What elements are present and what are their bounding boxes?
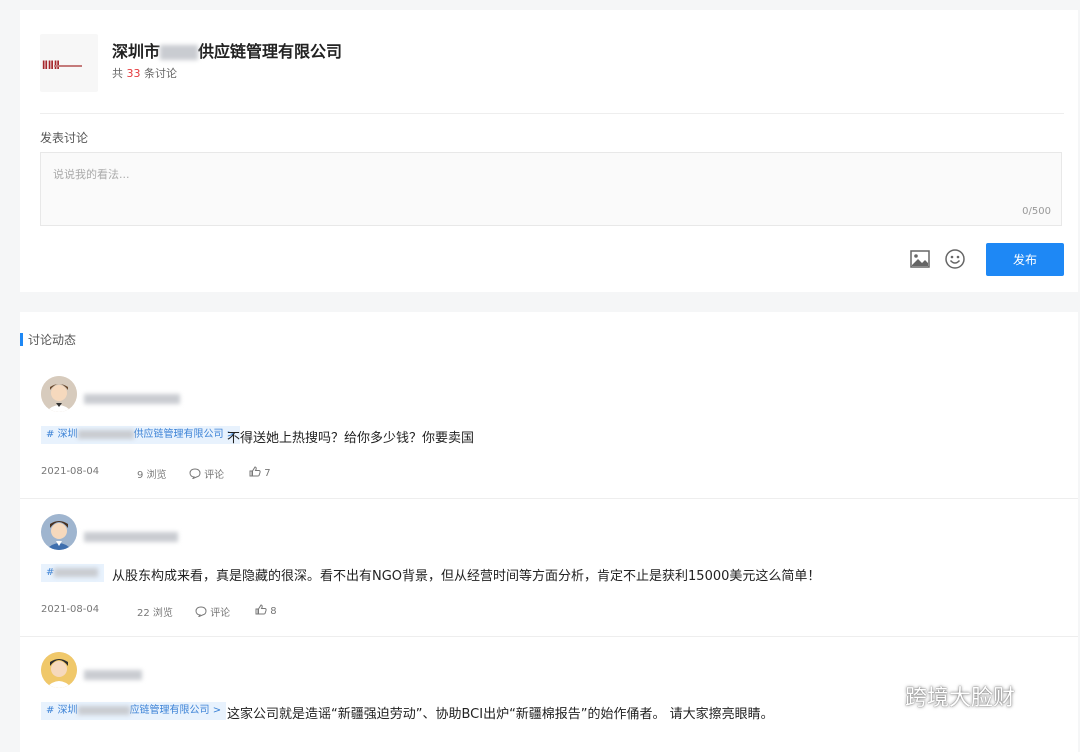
wechat-watermark: 跨境大脸财 [864, 680, 1015, 712]
publish-button[interactable]: 发布 [986, 243, 1064, 276]
avatar[interactable] [41, 652, 77, 688]
view-count: 9 浏览 [137, 470, 167, 481]
company-name-suffix: 供应链管理有限公司 [198, 42, 343, 61]
like-action[interactable]: 7 [249, 466, 271, 479]
tag-suffix: 应链管理有限公司 > [129, 705, 222, 716]
char-counter: 0/500 [1022, 206, 1051, 217]
count-suffix: 条讨论 [144, 67, 177, 80]
tag-prefix: # [46, 567, 55, 578]
company-name-prefix: 深圳市 [112, 42, 161, 61]
like-count: 8 [270, 606, 277, 617]
company-tag[interactable]: # 深圳 应链管理有限公司 > [41, 702, 227, 720]
textarea-placeholder: 说说我的看法... [53, 168, 130, 181]
discussion-post: # 深圳 供应链管理有限公司 > 不得送她上热搜吗？给你多少钱？你要卖国 2021… [20, 372, 1078, 500]
company-discussion-card: ǁǁǁ 深圳市 供应链管理有限公司 共 33 条讨论 发表讨论 说说我的看法...… [20, 10, 1078, 292]
feed-title: 讨论动态 [28, 333, 77, 347]
avatar-image [41, 376, 77, 412]
avatar[interactable] [41, 376, 77, 412]
comment-icon [189, 468, 201, 480]
discussion-textarea[interactable]: 说说我的看法... 0/500 [40, 152, 1062, 226]
username-redacted[interactable] [84, 526, 180, 542]
header-divider [40, 113, 1064, 114]
redacted-name-blur [160, 45, 199, 60]
tag-prefix: # 深圳 [46, 429, 78, 440]
comment-icon [195, 606, 207, 618]
count-prefix: 共 [112, 67, 123, 80]
avatar-image [41, 652, 77, 688]
tag-prefix: # 深圳 [46, 705, 78, 716]
redacted-username-blur [84, 669, 142, 680]
like-action[interactable]: 8 [255, 604, 277, 617]
avatar[interactable] [41, 514, 77, 550]
redacted-username-blur [84, 531, 178, 542]
count-number: 33 [126, 67, 141, 80]
company-tag[interactable]: # 深圳 供应链管理有限公司 > [41, 426, 241, 444]
discussion-count: 共 33 条讨论 [112, 65, 177, 81]
discussion-post: # 从股东构成来看，真是隐藏的很深。看不出有NGO背景，但从经营时间等方面分析，… [20, 510, 1078, 638]
comment-label: 评论 [210, 608, 231, 619]
post-divider [20, 636, 1078, 637]
redacted-tag-blur [77, 705, 130, 715]
image-icon[interactable] [910, 250, 930, 268]
username-redacted[interactable] [84, 388, 180, 404]
post-text: 不得送她上热搜吗？给你多少钱？你要卖国 [227, 431, 475, 446]
redacted-tag-blur [54, 567, 99, 577]
post-date: 2021-08-04 [41, 466, 100, 477]
post-text: 从股东构成来看，真是隐藏的很深。看不出有NGO背景，但从经营时间等方面分析，肯定… [112, 569, 821, 584]
username-redacted[interactable] [84, 664, 144, 680]
watermark-text: 跨境大脸财 [905, 686, 1016, 711]
thumbs-up-icon [255, 604, 267, 615]
composer-label: 发表讨论 [40, 131, 89, 145]
post-text: 这家公司就是造谣“新疆强迫劳动”、协助BCI出炉“新疆棉报告”的始作俑者。 请大… [227, 707, 774, 722]
tag-suffix: 供应链管理有限公司 > [133, 429, 236, 440]
wechat-icon [865, 684, 896, 707]
company-logo: ǁǁǁ [40, 34, 98, 92]
comment-action[interactable]: 评论 [189, 466, 224, 481]
view-count: 22 浏览 [137, 608, 173, 619]
redacted-tag-blur [77, 429, 134, 439]
comment-action[interactable]: 评论 [195, 604, 230, 619]
avatar-image [41, 514, 77, 550]
post-divider [20, 498, 1078, 499]
comment-label: 评论 [204, 470, 225, 481]
like-count: 7 [264, 468, 271, 479]
post-date: 2021-08-04 [41, 604, 100, 615]
company-name[interactable]: 深圳市 供应链管理有限公司 [112, 38, 342, 62]
company-logo-line [54, 65, 82, 67]
thumbs-up-icon [249, 466, 261, 477]
redacted-username-blur [84, 393, 180, 404]
emoji-icon[interactable] [944, 248, 966, 270]
company-tag[interactable]: # [41, 564, 104, 582]
